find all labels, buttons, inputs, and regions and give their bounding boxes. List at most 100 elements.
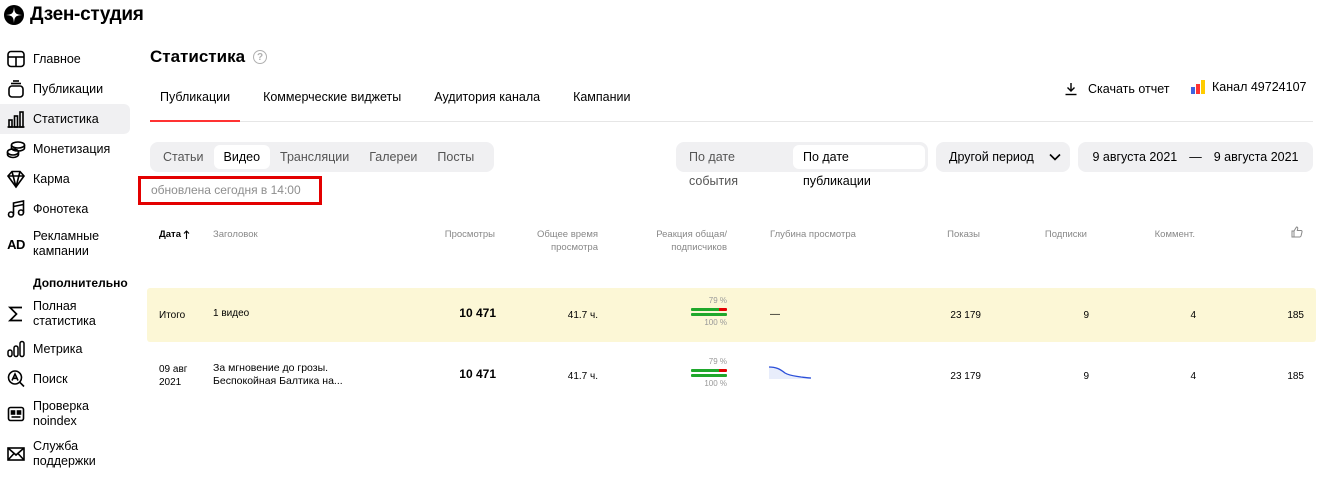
app-logo[interactable]: Дзен-студия (4, 2, 144, 28)
sidebar-item-noindex[interactable]: Проверка noindex (0, 394, 130, 434)
date-range-from: 9 августа 2021 (1092, 150, 1178, 164)
row-reaction-general: 79 % (708, 357, 727, 366)
filter-by-publication-date[interactable]: По дате публикации (792, 145, 925, 188)
thumbs-up-icon (1291, 226, 1303, 238)
sidebar-item-support[interactable]: Служба поддержки (0, 434, 130, 474)
tab-commercial-widgets[interactable]: Коммерческие виджеты (253, 80, 411, 121)
tab-campaigns[interactable]: Кампании (563, 80, 640, 121)
sidebar-item-search[interactable]: Поиск (0, 364, 130, 394)
tab-channel-audience[interactable]: Аудитория канала (424, 80, 550, 121)
column-header-depth[interactable]: Глубина просмотра (770, 228, 856, 241)
filter-articles[interactable]: Статьи (153, 145, 214, 169)
sidebar-item-ad-campaigns[interactable]: AD Рекламные кампании (0, 224, 130, 264)
sidebar-section-title: Дополнительно (33, 276, 128, 290)
sidebar-nav: Главное Публикации Статистика Монетизаци… (0, 44, 130, 474)
sigma-icon (5, 303, 27, 325)
total-title: 1 видео (213, 308, 250, 319)
total-reaction: 79 % 100 % (691, 296, 727, 328)
download-icon (1065, 83, 1077, 96)
filter-video[interactable]: Видео (213, 145, 271, 169)
updated-notice: обновлена сегодня в 14:00 (138, 176, 322, 205)
period-dropdown[interactable]: Другой период (936, 142, 1070, 172)
total-depth: — (770, 309, 780, 320)
channel-label: Канал 49724107 (1212, 80, 1307, 94)
total-reaction-subscribers: 100 % (704, 318, 727, 327)
column-header-title: Заголовок (213, 229, 258, 240)
total-watch-time: 41.7 ч. (567, 310, 598, 321)
column-header-date[interactable]: Дата (159, 228, 190, 241)
total-reaction-subscribers-bar (691, 313, 727, 316)
total-comments: 4 (1190, 310, 1196, 321)
content-type-switch: Статьи Видео Трансляции Галереи Посты (150, 142, 494, 172)
column-header-likes[interactable] (1291, 226, 1303, 242)
download-report-label: Скачать отчет (1088, 82, 1170, 96)
column-header-views[interactable]: Просмотры (420, 228, 495, 241)
row-reaction-subscribers: 100 % (704, 379, 727, 388)
total-subscriptions: 9 (1083, 310, 1089, 321)
metrica-logo-icon (1191, 80, 1205, 94)
filter-by-event-date[interactable]: По дате события (679, 145, 793, 188)
total-likes: 185 (1287, 310, 1304, 321)
table-row[interactable]: 09 авг 2021 За мгновение до грозы. Беспо… (147, 348, 1316, 404)
metrica-icon (5, 338, 27, 360)
home-grid-icon (5, 48, 27, 70)
column-header-watch-time[interactable]: Общее время просмотра (510, 228, 598, 254)
date-range-to: 9 августа 2021 (1213, 150, 1299, 164)
row-comments: 4 (1190, 371, 1196, 382)
noindex-icon (5, 403, 27, 425)
sidebar-item-publications[interactable]: Публикации (0, 74, 130, 104)
row-watch-time: 41.7 ч. (567, 371, 598, 382)
sidebar-item-monetization[interactable]: Монетизация (0, 134, 130, 164)
total-reaction-general-bar (691, 308, 727, 311)
mail-icon (5, 443, 27, 465)
tab-publications[interactable]: Публикации (150, 80, 241, 122)
filter-posts[interactable]: Посты (427, 145, 484, 169)
filter-galleries[interactable]: Галереи (359, 145, 427, 169)
total-reaction-general: 79 % (708, 296, 727, 305)
total-label: Итого (159, 310, 186, 321)
row-views: 10 471 (459, 367, 496, 381)
row-date: 09 авг 2021 (159, 364, 188, 388)
row-reaction-subscribers-bar (691, 374, 727, 377)
total-views: 10 471 (459, 306, 496, 320)
filter-streams[interactable]: Трансляции (270, 145, 359, 169)
period-label: Другой период (949, 150, 1034, 164)
chevron-down-icon (1049, 153, 1061, 161)
sidebar-item-statistics[interactable]: Статистика (0, 104, 130, 134)
page-title: Статистика (150, 47, 246, 66)
row-reaction-general-bar (691, 369, 727, 372)
help-icon[interactable]: ? (253, 50, 268, 64)
sort-arrow-up-icon (183, 230, 190, 239)
column-header-comments[interactable]: Коммент. (1120, 228, 1195, 241)
page-header: Статистика ? (150, 47, 268, 67)
sidebar-item-home[interactable]: Главное (0, 44, 130, 74)
row-reaction: 79 % 100 % (691, 357, 727, 389)
bar-chart-icon (5, 108, 27, 130)
app-name: Дзен-студия (30, 4, 144, 25)
download-report-button[interactable]: Скачать отчет (1064, 82, 1170, 96)
column-header-impressions[interactable]: Показы (900, 228, 980, 241)
row-impressions: 23 179 (950, 371, 981, 382)
music-note-icon (5, 198, 27, 220)
row-likes: 185 (1287, 371, 1304, 382)
ad-icon: AD (7, 236, 25, 252)
total-impressions: 23 179 (950, 310, 981, 321)
date-mode-switch: По дате события По дате публикации (676, 142, 928, 188)
channel-selector[interactable]: Канал 49724107 (1190, 80, 1306, 94)
stack-icon (5, 78, 27, 100)
date-range-separator: — (1189, 150, 1202, 164)
date-range-picker[interactable]: 9 августа 2021 — 9 августа 2021 (1078, 142, 1313, 172)
depth-sparkline (768, 366, 812, 379)
table-total-row: Итого 1 видео 10 471 41.7 ч. 79 % 100 % … (147, 288, 1316, 342)
gem-icon (5, 168, 27, 190)
row-subscriptions: 9 (1083, 371, 1089, 382)
sidebar-item-metrica[interactable]: Метрика (0, 334, 130, 364)
sidebar-item-full-stats[interactable]: Полная статистика (0, 294, 130, 334)
coins-icon (5, 138, 27, 160)
row-title-link[interactable]: За мгновение до грозы. Беспокойная Балти… (213, 362, 343, 388)
sidebar-item-music[interactable]: Фонотека (0, 194, 130, 224)
sidebar-item-karma[interactable]: Карма (0, 164, 130, 194)
zen-logo-icon (4, 5, 24, 25)
column-header-subscriptions[interactable]: Подписки (1010, 228, 1087, 241)
column-header-reaction[interactable]: Реакция общая/ подписчиков (626, 228, 727, 254)
